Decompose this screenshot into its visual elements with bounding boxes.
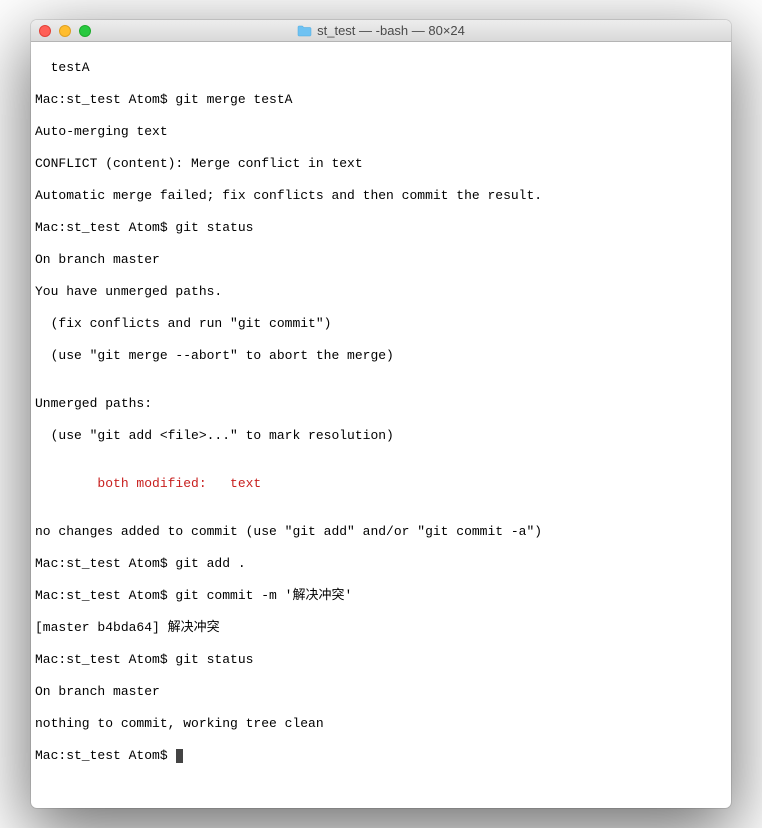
terminal-line: [master b4bda64] 解决冲突 [35, 620, 727, 636]
traffic-lights [31, 25, 91, 37]
terminal-line: (use "git add <file>..." to mark resolut… [35, 428, 727, 444]
terminal-line: CONFLICT (content): Merge conflict in te… [35, 156, 727, 172]
maximize-button[interactable] [79, 25, 91, 37]
terminal-body[interactable]: testA Mac:st_test Atom$ git merge testA … [31, 42, 731, 808]
prompt-text: Mac:st_test Atom$ [35, 748, 175, 763]
window-title: st_test — -bash — 80×24 [317, 23, 465, 38]
terminal-line: Auto-merging text [35, 124, 727, 140]
close-button[interactable] [39, 25, 51, 37]
terminal-line: no changes added to commit (use "git add… [35, 524, 727, 540]
terminal-line: (fix conflicts and run "git commit") [35, 316, 727, 332]
terminal-line: Mac:st_test Atom$ git merge testA [35, 92, 727, 108]
terminal-line: You have unmerged paths. [35, 284, 727, 300]
terminal-prompt-line: Mac:st_test Atom$ [35, 748, 727, 764]
titlebar: st_test — -bash — 80×24 [31, 20, 731, 42]
cursor [176, 749, 183, 763]
terminal-line-conflict: both modified: text [35, 476, 727, 492]
folder-icon [297, 25, 312, 37]
terminal-window: st_test — -bash — 80×24 testA Mac:st_tes… [31, 20, 731, 808]
terminal-line: Mac:st_test Atom$ git add . [35, 556, 727, 572]
terminal-line: On branch master [35, 252, 727, 268]
terminal-line: (use "git merge --abort" to abort the me… [35, 348, 727, 364]
terminal-line: testA [35, 60, 727, 76]
terminal-line: Unmerged paths: [35, 396, 727, 412]
terminal-line: Mac:st_test Atom$ git commit -m '解决冲突' [35, 588, 727, 604]
terminal-line: Mac:st_test Atom$ git status [35, 652, 727, 668]
terminal-line: Automatic merge failed; fix conflicts an… [35, 188, 727, 204]
terminal-line: Mac:st_test Atom$ git status [35, 220, 727, 236]
terminal-line: On branch master [35, 684, 727, 700]
minimize-button[interactable] [59, 25, 71, 37]
terminal-line: nothing to commit, working tree clean [35, 716, 727, 732]
title-content: st_test — -bash — 80×24 [297, 23, 465, 38]
